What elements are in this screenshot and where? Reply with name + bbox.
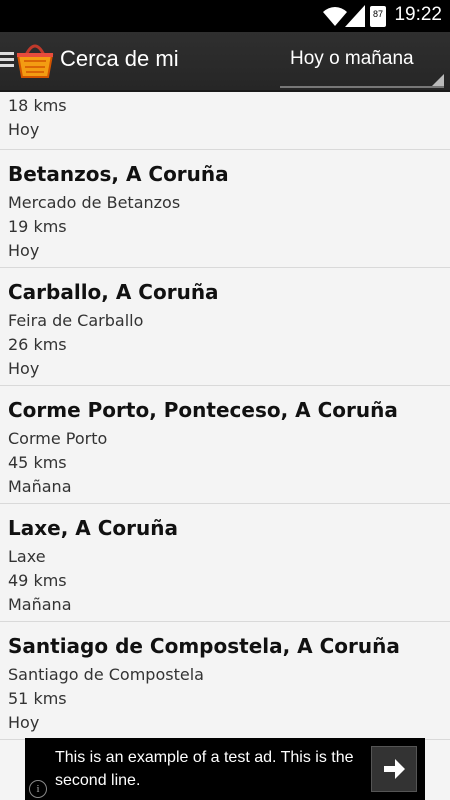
item-when: Hoy (8, 713, 40, 732)
ad-info-icon[interactable]: i (29, 780, 47, 798)
item-distance: 51 kms (8, 689, 67, 708)
ad-text: This is an example of a test ad. This is… (55, 749, 354, 789)
item-name: Betanzos, A Coruña (8, 162, 229, 186)
market-list: 18 kms Hoy Betanzos, A Coruña Mercado de… (0, 92, 450, 740)
item-name: Laxe, A Coruña (8, 516, 178, 540)
item-market: Santiago de Compostela (8, 665, 204, 684)
date-filter-value: Hoy o mañana (290, 48, 414, 69)
basket-icon[interactable] (14, 39, 56, 81)
list-item[interactable]: Laxe, A Coruña Laxe 49 kms Mañana (0, 504, 450, 622)
item-when: Hoy (8, 120, 40, 139)
battery-level: 87 (372, 9, 383, 19)
item-market: Corme Porto (8, 429, 108, 448)
ad-open-button[interactable] (371, 746, 417, 792)
list-item[interactable]: 18 kms Hoy (0, 92, 450, 150)
item-when: Hoy (8, 241, 40, 260)
item-market: Feira de Carballo (8, 311, 144, 330)
item-market: Mercado de Betanzos (8, 193, 181, 212)
list-item[interactable]: Corme Porto, Ponteceso, A Coruña Corme P… (0, 386, 450, 504)
item-name: Corme Porto, Ponteceso, A Coruña (8, 398, 398, 422)
status-bar: 87 19:22 (0, 0, 450, 32)
signal-icon (345, 5, 365, 27)
item-distance: 45 kms (8, 453, 67, 472)
dropdown-arrow-icon (432, 74, 444, 86)
item-when: Hoy (8, 359, 40, 378)
list-item[interactable]: Santiago de Compostela, A Coruña Santiag… (0, 622, 450, 740)
action-bar: Cerca de mi Hoy o mañana (0, 32, 450, 92)
clock: 19:22 (394, 4, 442, 25)
app-title[interactable]: Cerca de mi (60, 46, 179, 72)
item-distance: 49 kms (8, 571, 67, 590)
item-name: Santiago de Compostela, A Coruña (8, 634, 400, 658)
item-distance: 26 kms (8, 335, 67, 354)
battery-icon: 87 (370, 6, 386, 27)
item-when: Mañana (8, 477, 72, 496)
item-when: Mañana (8, 595, 72, 614)
item-distance: 19 kms (8, 217, 67, 236)
item-name: Carballo, A Coruña (8, 280, 219, 304)
arrow-right-icon (384, 759, 405, 779)
item-market: Laxe (8, 547, 46, 566)
date-filter-dropdown[interactable]: Hoy o mañana (280, 42, 444, 88)
item-distance: 18 kms (8, 96, 67, 115)
list-item[interactable]: Carballo, A Coruña Feira de Carballo 26 … (0, 268, 450, 386)
ad-banner[interactable]: This is an example of a test ad. This is… (25, 738, 425, 800)
list-item[interactable]: Betanzos, A Coruña Mercado de Betanzos 1… (0, 150, 450, 268)
menu-icon[interactable] (0, 52, 14, 68)
